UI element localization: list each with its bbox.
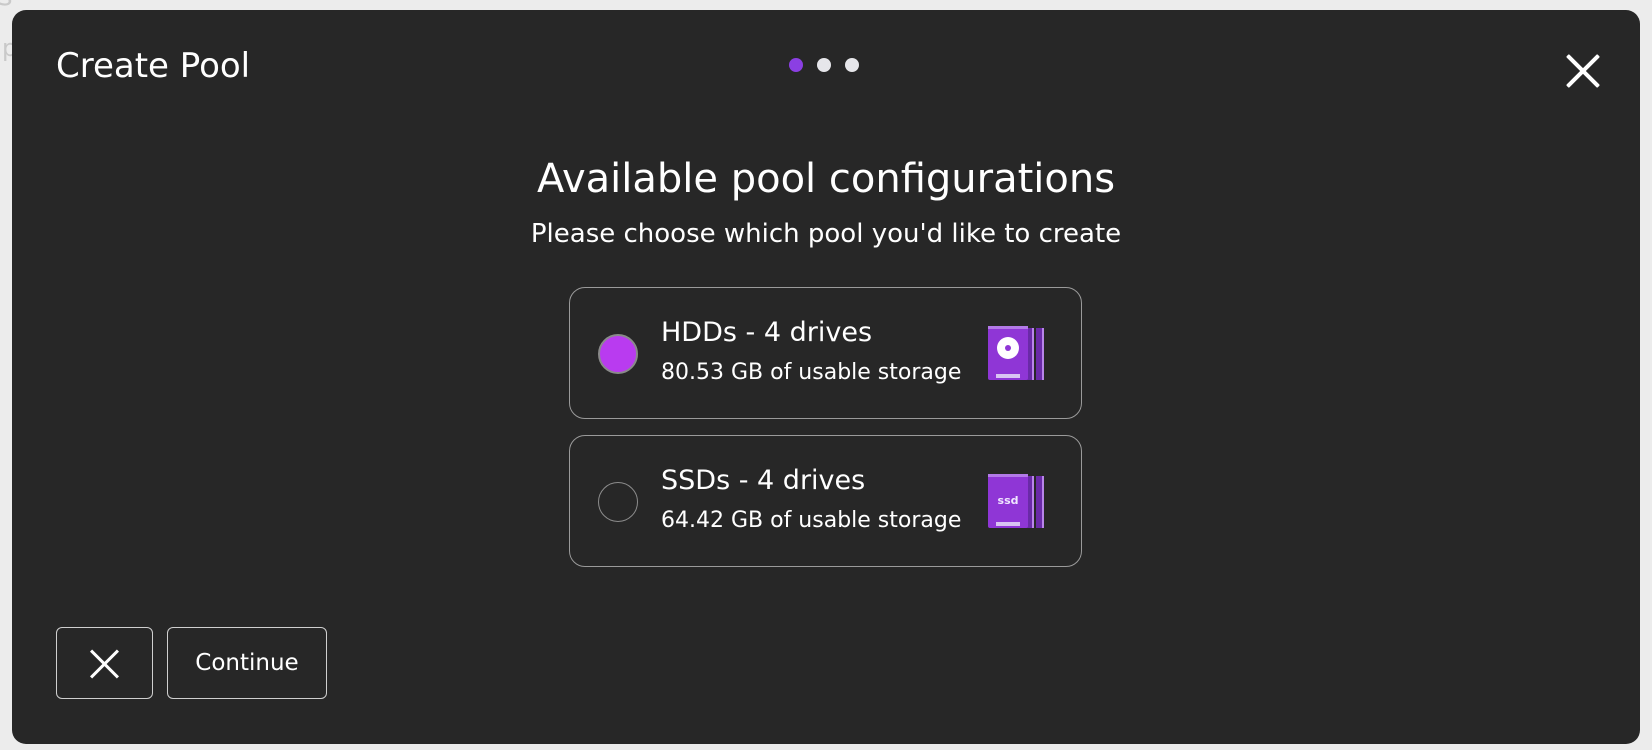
- close-icon: [90, 649, 120, 679]
- close-icon[interactable]: [1564, 52, 1602, 90]
- pool-option-hdd-radio[interactable]: [598, 334, 638, 374]
- ssd-stack-icon: ssd: [988, 474, 1044, 528]
- page-subheading: Please choose which pool you'd like to c…: [530, 219, 1122, 249]
- cancel-button[interactable]: [56, 627, 153, 699]
- continue-button[interactable]: Continue: [167, 627, 327, 699]
- pool-option-storage: 80.53 GB of usable storage: [661, 360, 962, 385]
- pool-option-storage: 64.42 GB of usable storage: [661, 508, 962, 533]
- pool-option-title: SSDs - 4 drives: [661, 465, 866, 496]
- step-indicator: [789, 58, 859, 72]
- create-pool-dialog: Create Pool Available pool configuration…: [12, 10, 1640, 744]
- ssd-icon-label: ssd: [998, 494, 1019, 507]
- pool-option-ssd-radio[interactable]: [598, 482, 638, 522]
- background-text-fragment: s: [0, 0, 13, 10]
- step-dot-3: [845, 58, 859, 72]
- dialog-title: Create Pool: [56, 46, 251, 86]
- pool-option-hdd[interactable]: HDDs - 4 drives 80.53 GB of usable stora…: [569, 287, 1082, 419]
- hdd-stack-icon: [988, 326, 1044, 380]
- step-dot-2: [817, 58, 831, 72]
- pool-option-ssd[interactable]: SSDs - 4 drives 64.42 GB of usable stora…: [569, 435, 1082, 567]
- pool-option-title: HDDs - 4 drives: [661, 317, 873, 348]
- page-heading: Available pool configurations: [536, 156, 1116, 202]
- step-dot-1: [789, 58, 803, 72]
